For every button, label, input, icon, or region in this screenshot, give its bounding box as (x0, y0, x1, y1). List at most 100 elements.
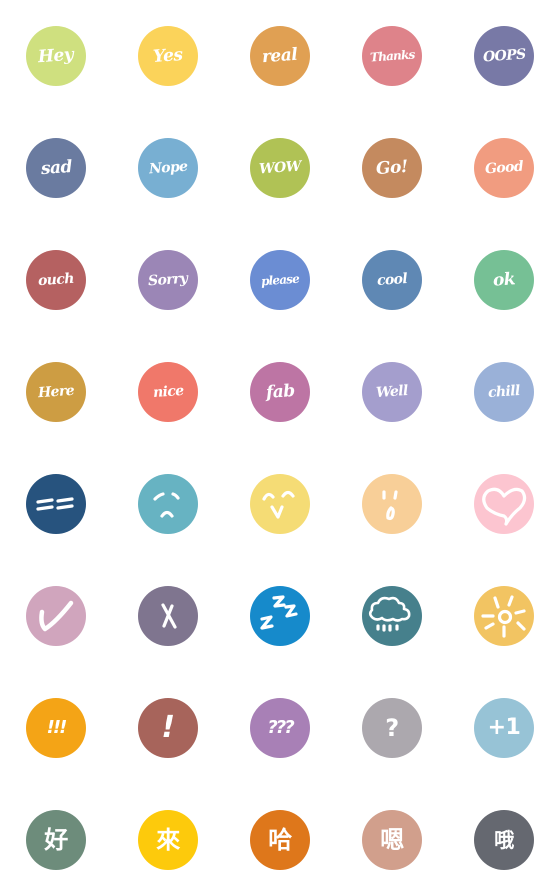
sticker-label: WOW (258, 158, 302, 178)
sticker-surprised-face[interactable] (336, 448, 448, 560)
sticker-squint[interactable] (0, 448, 112, 560)
sticker-label: Go! (375, 156, 409, 179)
sticker-label: Thanks (369, 47, 415, 65)
heart-icon (482, 487, 527, 526)
sticker-sad-face[interactable] (112, 448, 224, 560)
sticker-badge: 哈 (250, 810, 310, 870)
squint-eyes-icon (36, 497, 74, 511)
sticker-rain[interactable] (336, 560, 448, 672)
sticker-label: 嗯 (380, 826, 404, 854)
sticker-heart[interactable] (448, 448, 560, 560)
sticker-badge: 哦 (474, 810, 534, 870)
sticker-yes[interactable]: Yes (112, 0, 224, 112)
sticker-badge (362, 586, 422, 646)
sticker-label: ? (385, 714, 399, 742)
sticker-real[interactable]: real (224, 0, 336, 112)
sticker-fab[interactable]: fab (224, 336, 336, 448)
sticker-badge: real (250, 26, 310, 86)
sticker-chill[interactable]: chill (448, 336, 560, 448)
sticker-label: ! (161, 710, 175, 745)
sticker-please[interactable]: please (224, 224, 336, 336)
sticker-label: 哈 (268, 826, 292, 854)
sticker-badge: Sorry (138, 250, 198, 310)
sticker-badge: fab (250, 362, 310, 422)
sticker-label: fab (264, 380, 295, 403)
sticker-label: OOPS (482, 46, 526, 66)
sticker-exclaim[interactable]: ! (112, 672, 224, 784)
sticker-happy-face[interactable] (224, 448, 336, 560)
sticker-go[interactable]: Go! (336, 112, 448, 224)
sticker-hey[interactable]: Hey (0, 0, 112, 112)
sticker-o[interactable]: 哦 (448, 784, 560, 896)
sticker-badge: WOW (250, 138, 310, 198)
sticker-good[interactable]: Good (448, 112, 560, 224)
sticker-label: +1 (487, 715, 521, 740)
sticker-badge (138, 474, 198, 534)
sticker-ok[interactable]: ok (448, 224, 560, 336)
sticker-badge: Here (26, 362, 86, 422)
sticker-lai[interactable]: 來 (112, 784, 224, 896)
checkmark-icon (39, 600, 74, 632)
sticker-label: Good (484, 158, 524, 178)
sad-face-icon (153, 492, 180, 518)
surprised-face-icon (382, 490, 398, 521)
sticker-check[interactable] (0, 560, 112, 672)
sticker-label: nice (152, 382, 184, 402)
sticker-badge: ! (138, 698, 198, 758)
sticker-label: ouch (37, 270, 75, 290)
sticker-x[interactable] (112, 560, 224, 672)
sticker-grid: Hey Yes real Thanks OOPS sad Nope WOW Go… (0, 0, 560, 896)
sticker-sad[interactable]: sad (0, 112, 112, 224)
sticker-badge: OOPS (474, 26, 534, 86)
happy-face-icon (262, 490, 295, 519)
sticker-label: 好 (44, 826, 68, 854)
sticker-label: 哦 (494, 828, 514, 852)
sticker-label: Nope (148, 158, 188, 178)
sticker-question-3[interactable]: ??? (224, 672, 336, 784)
sticker-label: Sorry (147, 270, 189, 290)
sticker-badge (250, 586, 310, 646)
sticker-well[interactable]: Well (336, 336, 448, 448)
sticker-nope[interactable]: Nope (112, 112, 224, 224)
sticker-ha[interactable]: 哈 (224, 784, 336, 896)
sticker-label: cool (376, 270, 408, 290)
sticker-plus-one[interactable]: +1 (448, 672, 560, 784)
sticker-label: please (260, 271, 300, 289)
sticker-badge: Yes (138, 26, 198, 86)
sticker-exclaim-3[interactable]: !!! (0, 672, 112, 784)
sticker-thanks[interactable]: Thanks (336, 0, 448, 112)
sticker-wow[interactable]: WOW (224, 112, 336, 224)
sticker-label: chill (487, 382, 521, 402)
sticker-badge: Hey (26, 26, 86, 86)
sticker-hao[interactable]: 好 (0, 784, 112, 896)
sticker-badge: Good (474, 138, 534, 198)
sticker-badge (250, 474, 310, 534)
sticker-badge: Well (362, 362, 422, 422)
sticker-badge (362, 474, 422, 534)
sticker-badge (26, 586, 86, 646)
sticker-en[interactable]: 嗯 (336, 784, 448, 896)
sticker-badge: !!! (26, 698, 86, 758)
sticker-ouch[interactable]: ouch (0, 224, 112, 336)
sticker-sun[interactable] (448, 560, 560, 672)
sticker-label: ??? (267, 717, 294, 738)
sticker-question[interactable]: ? (336, 672, 448, 784)
sticker-nice[interactable]: nice (112, 336, 224, 448)
sticker-badge: 好 (26, 810, 86, 870)
sticker-sleep[interactable] (224, 560, 336, 672)
sticker-label: Hey (37, 44, 75, 67)
sticker-oops[interactable]: OOPS (448, 0, 560, 112)
sticker-badge: nice (138, 362, 198, 422)
rain-cloud-icon (368, 596, 411, 632)
sticker-badge: ok (474, 250, 534, 310)
sticker-badge (474, 474, 534, 534)
sticker-here[interactable]: Here (0, 336, 112, 448)
sticker-label: !!! (46, 717, 68, 738)
sticker-badge: 來 (138, 810, 198, 870)
sticker-badge (26, 474, 86, 534)
sticker-badge: sad (26, 138, 86, 198)
sticker-badge: 嗯 (362, 810, 422, 870)
sticker-cool[interactable]: cool (336, 224, 448, 336)
sticker-label: Well (375, 382, 409, 402)
sticker-sorry[interactable]: Sorry (112, 224, 224, 336)
